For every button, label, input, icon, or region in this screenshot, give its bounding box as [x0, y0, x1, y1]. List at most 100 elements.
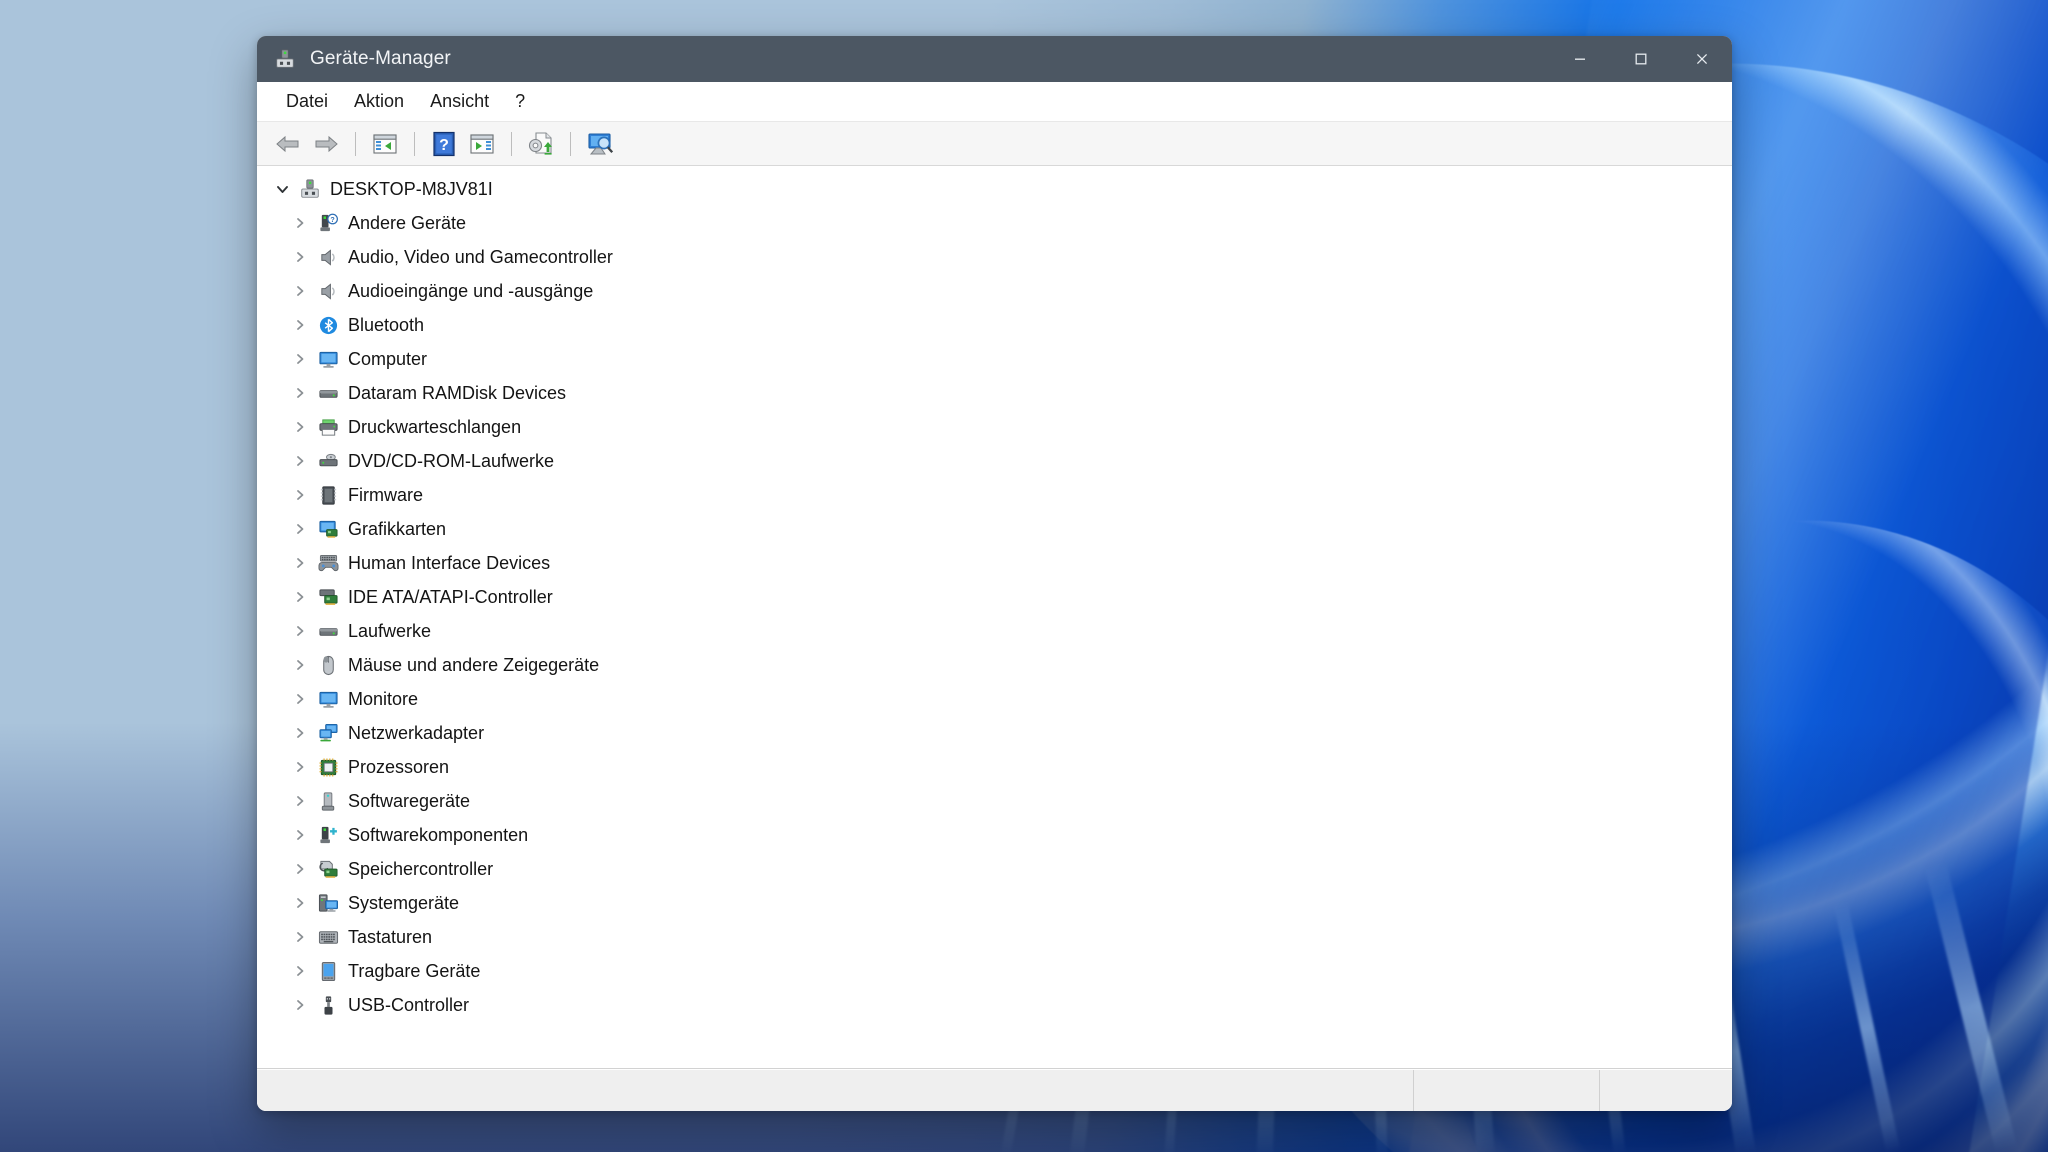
chevron-right-icon[interactable]	[285, 624, 315, 638]
update-driver-icon	[528, 131, 552, 155]
bluetooth-icon	[315, 313, 341, 337]
tree-item-systemgeraete[interactable]: Systemgeräte	[257, 886, 1732, 920]
tree-item-andere-geraete[interactable]: ? Andere Geräte	[257, 206, 1732, 240]
chevron-right-icon[interactable]	[285, 454, 315, 468]
menu-help[interactable]: ?	[502, 87, 538, 116]
toolbar-separator-1	[355, 131, 356, 156]
tree-item-label: Netzwerkadapter	[348, 722, 485, 743]
tree-item-softwarekomponenten[interactable]: Softwarekomponenten	[257, 818, 1732, 852]
tree-item-tastaturen[interactable]: Tastaturen	[257, 920, 1732, 954]
back-button[interactable]	[271, 127, 305, 161]
tree-root-row[interactable]: DESKTOP-M8JV81I	[257, 172, 1732, 206]
tree-item-audioeingaenge-ausgaenge[interactable]: Audioeingänge und -ausgänge	[257, 274, 1732, 308]
tree-item-label: Mäuse und andere Zeigegeräte	[348, 654, 600, 675]
help-button[interactable]: ?	[427, 127, 461, 161]
svg-text:?: ?	[330, 215, 334, 223]
tree-item-laufwerke[interactable]: Laufwerke	[257, 614, 1732, 648]
chevron-right-icon[interactable]	[285, 998, 315, 1012]
chevron-right-icon[interactable]	[285, 420, 315, 434]
tree-item-human-interface-devices[interactable]: Human Interface Devices	[257, 546, 1732, 580]
chevron-right-icon[interactable]	[285, 352, 315, 366]
chevron-right-icon[interactable]	[285, 692, 315, 706]
toolbar-separator-4	[570, 131, 571, 156]
minimize-button[interactable]	[1549, 36, 1610, 82]
forward-arrow-icon	[315, 135, 338, 152]
tree-item-usb-controller[interactable]: USB-Controller	[257, 988, 1732, 1022]
tree-item-netzwerkadapter[interactable]: Netzwerkadapter	[257, 716, 1732, 750]
chevron-right-icon[interactable]	[285, 556, 315, 570]
chevron-right-icon[interactable]	[285, 760, 315, 774]
tree-item-audio-video-gamecontroller[interactable]: Audio, Video und Gamecontroller	[257, 240, 1732, 274]
tree-item-label: Prozessoren	[348, 756, 450, 777]
software-component-icon	[315, 823, 341, 847]
statusbar-main-segment	[257, 1070, 1414, 1111]
chevron-right-icon[interactable]	[285, 896, 315, 910]
unknown-device-icon: ?	[315, 211, 341, 235]
toolbar: ?	[257, 122, 1732, 166]
device-manager-window: Geräte-Manager Datei Aktion Ansicht ? ? …	[257, 36, 1732, 1111]
update-driver-button[interactable]	[524, 127, 558, 161]
close-button[interactable]	[1671, 36, 1732, 82]
tree-item-label: DVD/CD-ROM-Laufwerke	[348, 450, 555, 471]
tree-item-label: Monitore	[348, 688, 419, 709]
tree-item-computer[interactable]: Computer	[257, 342, 1732, 376]
tree-item-bluetooth[interactable]: Bluetooth	[257, 308, 1732, 342]
monitor-icon	[315, 347, 341, 371]
printer-icon	[315, 415, 341, 439]
monitor-icon	[315, 687, 341, 711]
show-hidden-devices-button[interactable]	[465, 127, 499, 161]
titlebar[interactable]: Geräte-Manager	[257, 36, 1732, 82]
tree-item-label: Audio, Video und Gamecontroller	[348, 246, 613, 267]
tree-item-label: Audioeingänge und -ausgänge	[348, 280, 594, 301]
back-arrow-icon	[276, 135, 299, 152]
chevron-right-icon[interactable]	[285, 284, 315, 298]
tree-item-maeuse-zeigegeraete[interactable]: Mäuse und andere Zeigegeräte	[257, 648, 1732, 682]
menu-ansicht[interactable]: Ansicht	[417, 87, 502, 116]
tree-item-druckwarteschlangen[interactable]: Druckwarteschlangen	[257, 410, 1732, 444]
chevron-right-icon[interactable]	[285, 930, 315, 944]
tree-item-prozessoren[interactable]: Prozessoren	[257, 750, 1732, 784]
chevron-right-icon[interactable]	[285, 318, 315, 332]
properties-button[interactable]	[368, 127, 402, 161]
firmware-chip-icon	[315, 483, 341, 507]
tree-item-ide-ata-atapi-controller[interactable]: IDE ATA/ATAPI-Controller	[257, 580, 1732, 614]
chevron-right-icon[interactable]	[285, 488, 315, 502]
tree-item-grafikkarten[interactable]: Grafikkarten	[257, 512, 1732, 546]
statusbar-segment-2	[1414, 1070, 1600, 1111]
chevron-right-icon[interactable]	[285, 726, 315, 740]
chevron-right-icon[interactable]	[285, 522, 315, 536]
gamepad-icon	[315, 551, 341, 575]
computer-device-icon	[297, 177, 323, 201]
tree-item-softwaregeraete[interactable]: Softwaregeräte	[257, 784, 1732, 818]
chevron-down-icon[interactable]	[267, 182, 297, 197]
chevron-right-icon[interactable]	[285, 964, 315, 978]
tree-item-label: Dataram RAMDisk Devices	[348, 382, 567, 403]
tree-item-dvd-cd-rom-laufwerke[interactable]: DVD/CD-ROM-Laufwerke	[257, 444, 1732, 478]
tree-item-monitore[interactable]: Monitore	[257, 682, 1732, 716]
menu-datei[interactable]: Datei	[273, 87, 341, 116]
optical-drive-icon	[315, 449, 341, 473]
chevron-right-icon[interactable]	[285, 828, 315, 842]
details-panel-icon	[470, 133, 494, 154]
chevron-right-icon[interactable]	[285, 862, 315, 876]
tree-item-firmware[interactable]: Firmware	[257, 478, 1732, 512]
chevron-right-icon[interactable]	[285, 386, 315, 400]
device-tree[interactable]: DESKTOP-M8JV81I ? Andere Geräte Audio, V…	[257, 166, 1732, 1069]
chevron-right-icon[interactable]	[285, 216, 315, 230]
question-mark-icon: ?	[433, 131, 455, 156]
chevron-right-icon[interactable]	[285, 590, 315, 604]
menu-aktion[interactable]: Aktion	[341, 87, 417, 116]
chevron-right-icon[interactable]	[285, 658, 315, 672]
tree-item-label: Druckwarteschlangen	[348, 416, 522, 437]
chevron-right-icon[interactable]	[285, 794, 315, 808]
tree-item-label: Human Interface Devices	[348, 552, 551, 573]
maximize-button[interactable]	[1610, 36, 1671, 82]
scan-hardware-changes-button[interactable]	[583, 127, 617, 161]
chevron-right-icon[interactable]	[285, 250, 315, 264]
tree-item-tragbare-geraete[interactable]: Tragbare Geräte	[257, 954, 1732, 988]
forward-button[interactable]	[309, 127, 343, 161]
tree-item-speichercontroller[interactable]: Speichercontroller	[257, 852, 1732, 886]
tree-item-dataram-ramdisk-devices[interactable]: Dataram RAMDisk Devices	[257, 376, 1732, 410]
tree-item-label: Speichercontroller	[348, 858, 494, 879]
svg-text:?: ?	[439, 137, 449, 154]
